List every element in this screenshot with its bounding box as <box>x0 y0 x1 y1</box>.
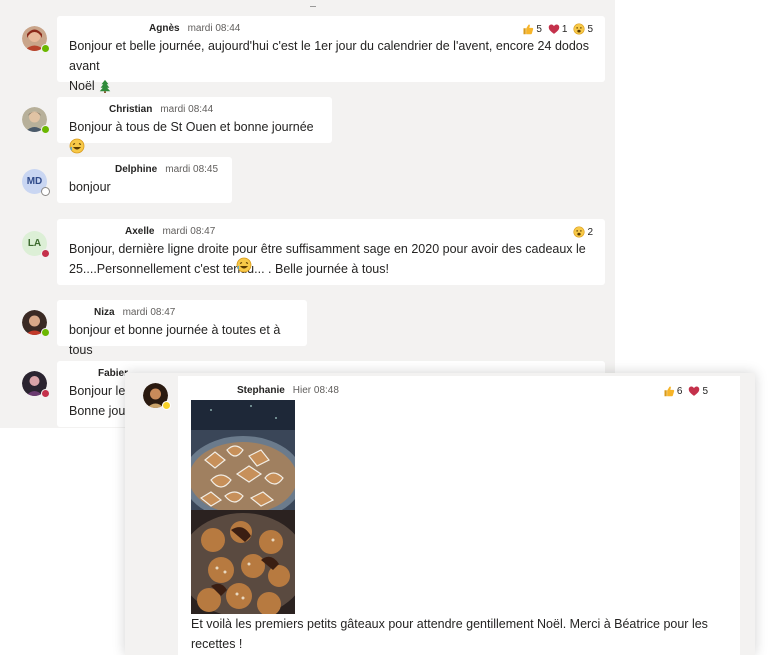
message-header: Christian mardi 08:44 <box>69 103 320 117</box>
message-row: Niza mardi 08:47 bonjour et bonne journée… <box>0 300 615 357</box>
cookies-photo[interactable] <box>191 400 295 614</box>
presence-available-icon <box>41 125 50 134</box>
reactions-bar: 2 <box>573 226 593 238</box>
reactions-bar: 5 1 5 <box>522 23 593 35</box>
scroll-indicator <box>310 6 316 7</box>
timestamp: mardi 08:47 <box>122 307 176 318</box>
message-bubble[interactable]: Agnès mardi 08:44 Bonjour et belle journé… <box>57 16 605 93</box>
message-text: Bonjour et belle journée, aujourd'hui c'… <box>69 36 593 96</box>
presence-offline-icon <box>41 187 50 196</box>
heart-icon <box>548 23 560 35</box>
message-line: Bonne jour <box>69 404 130 418</box>
author-name[interactable]: Fabier <box>98 368 128 379</box>
author-name[interactable]: Niza <box>94 307 115 318</box>
reaction-count: 2 <box>587 226 593 238</box>
message-header: Axelle mardi 08:47 <box>69 225 593 239</box>
author-name[interactable]: Christian <box>109 104 152 115</box>
author-name[interactable]: Agnès <box>149 23 180 34</box>
message-line: 25....Personnellement c'est tendu... . B… <box>69 262 389 276</box>
laughing-emoji-icon <box>69 138 85 154</box>
avatar[interactable] <box>22 310 50 337</box>
message-text: bonjour <box>69 177 220 197</box>
reaction-count: 5 <box>587 23 593 35</box>
timestamp: mardi 08:45 <box>165 164 219 175</box>
avatar[interactable] <box>22 371 50 398</box>
message-row: LA Axelle mardi 08:47 Bonjour, dernière l… <box>0 219 615 285</box>
thumbs-up-icon <box>663 385 675 397</box>
surprised-emoji-icon <box>573 23 585 35</box>
reaction-like[interactable]: 5 <box>522 23 542 35</box>
message-line: Et voilà les premiers petits gâteaux pou… <box>191 617 708 631</box>
christmas-tree-icon <box>98 79 112 93</box>
laughing-emoji-icon <box>236 257 252 273</box>
reaction-count: 5 <box>702 385 708 397</box>
message-line: Bonjour et belle journée, aujourd'hui c'… <box>69 39 589 73</box>
message-row: MD Delphine mardi 08:45 bonjour <box>0 157 615 203</box>
surprised-emoji-icon <box>573 226 585 238</box>
author-name[interactable]: Axelle <box>125 226 154 237</box>
presence-available-icon <box>41 44 50 53</box>
message-text: Bonjour, dernière ligne droite pour être… <box>69 239 593 279</box>
message-header: Agnès mardi 08:44 <box>69 22 593 36</box>
message-text: bonjour et bonne journée à toutes et à t… <box>69 320 295 360</box>
message-bubble[interactable]: Axelle mardi 08:47 Bonjour, dernière lign… <box>57 219 605 285</box>
message-row: Agnès mardi 08:44 Bonjour et belle journé… <box>0 16 615 93</box>
message-bubble[interactable]: Delphine mardi 08:45 bonjour <box>57 157 232 203</box>
message-header: Stephanie Hier 08:48 <box>237 384 339 398</box>
reaction-count: 1 <box>561 23 568 35</box>
reaction-count: 6 <box>676 385 683 397</box>
author-name[interactable]: Stephanie <box>237 385 285 396</box>
heart-icon <box>688 385 700 397</box>
highlighted-message-card: Stephanie Hier 08:48 6 5 Et voilà les pr… <box>125 373 755 655</box>
message-bubble[interactable]: Christian mardi 08:44 Bonjour à tous de S… <box>57 97 332 143</box>
timestamp: mardi 08:47 <box>162 226 216 237</box>
message-bubble[interactable]: Niza mardi 08:47 bonjour et bonne journée… <box>57 300 307 357</box>
timestamp: mardi 08:44 <box>160 104 214 115</box>
message-line: Bonjour le <box>69 384 126 398</box>
message-line: bonjour et bonne journée à toutes et à t… <box>69 323 281 357</box>
avatar[interactable] <box>22 26 50 53</box>
thumbs-up-icon <box>522 23 534 35</box>
author-name[interactable]: Delphine <box>115 164 157 175</box>
message-header: Niza mardi 08:47 <box>69 306 295 320</box>
message-text: Bonjour à tous de St Ouen et bonne journ… <box>69 117 320 157</box>
reaction-like[interactable]: 6 <box>663 385 683 397</box>
message-line: Bonjour, dernière ligne droite pour être… <box>69 242 586 256</box>
avatar[interactable] <box>22 107 50 134</box>
reaction-surprised[interactable]: 2 <box>573 226 593 238</box>
avatar[interactable]: LA <box>22 231 50 258</box>
avatar[interactable]: MD <box>22 169 50 196</box>
chat-panel: Agnès mardi 08:44 Bonjour et belle journé… <box>0 0 615 428</box>
message-line: Noël <box>69 79 95 93</box>
message-line: bonjour <box>69 180 111 194</box>
presence-away-icon <box>162 401 171 410</box>
reaction-heart[interactable]: 1 <box>548 23 568 35</box>
message-line: Bonjour à tous de St Ouen et bonne journ… <box>69 120 314 134</box>
presence-available-icon <box>41 328 50 337</box>
reactions-bar: 6 5 <box>663 385 708 397</box>
reaction-surprised[interactable]: 5 <box>573 23 593 35</box>
message-bubble[interactable]: Stephanie Hier 08:48 6 5 Et voilà les pr… <box>178 376 740 655</box>
cookies-image <box>191 400 295 614</box>
message-text: Et voilà les premiers petits gâteaux pou… <box>191 614 731 654</box>
timestamp: mardi 08:44 <box>187 23 241 34</box>
presence-busy-icon <box>41 249 50 258</box>
presence-busy-icon <box>41 389 50 398</box>
timestamp: Hier 08:48 <box>292 385 339 396</box>
message-header: Delphine mardi 08:45 <box>69 163 220 177</box>
message-row: Christian mardi 08:44 Bonjour à tous de S… <box>0 97 615 143</box>
reaction-heart[interactable]: 5 <box>688 385 708 397</box>
reaction-count: 5 <box>536 23 542 35</box>
message-line: recettes ! <box>191 637 243 651</box>
avatar[interactable] <box>143 383 171 410</box>
